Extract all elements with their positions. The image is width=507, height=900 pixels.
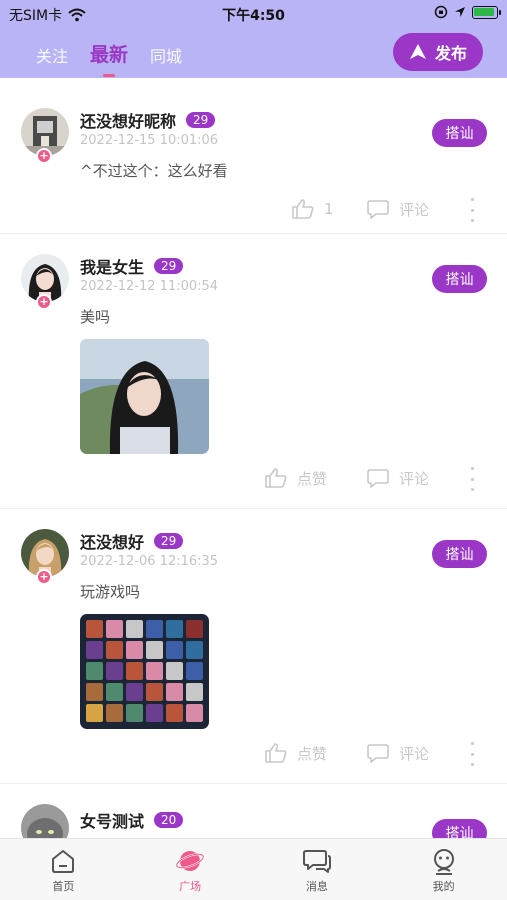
tab-nearby[interactable]: 同城 bbox=[150, 43, 182, 67]
like-label: 点赞 bbox=[297, 744, 328, 763]
username[interactable]: 还没想好昵称 bbox=[80, 108, 176, 132]
post-item: 女号测试 20 搭讪 bbox=[0, 784, 507, 838]
age-badge: 29 bbox=[154, 533, 184, 549]
planet-icon bbox=[175, 851, 205, 871]
thumbs-up-icon bbox=[265, 743, 287, 763]
post-image[interactable] bbox=[80, 339, 209, 454]
nav-profile-label: 我的 bbox=[432, 880, 455, 893]
nav-square-label: 广场 bbox=[179, 880, 202, 893]
post-header: 女号测试 20 bbox=[80, 808, 184, 832]
follow-plus-icon[interactable]: + bbox=[36, 569, 52, 585]
post-item: + 还没想好 29 2022-12-06 12:16:35 玩游戏吗 搭讪 点赞 bbox=[0, 509, 507, 784]
chat-up-button[interactable]: 搭讪 bbox=[432, 119, 487, 147]
top-header: 无SIM卡 下午4:50 关注 最新 同城 发布 bbox=[0, 0, 507, 78]
age-badge: 29 bbox=[154, 258, 184, 274]
username[interactable]: 还没想好 bbox=[80, 529, 144, 553]
battery-icon bbox=[472, 5, 501, 19]
chat-up-button[interactable]: 搭讪 bbox=[432, 540, 487, 568]
nav-messages[interactable]: 消息 bbox=[254, 839, 381, 900]
comment-button[interactable]: 评论 bbox=[366, 742, 429, 764]
publish-button-label: 发布 bbox=[434, 44, 467, 63]
chat-up-button[interactable]: 搭讪 bbox=[432, 819, 487, 838]
post-actions: 点赞 评论 bbox=[0, 742, 507, 770]
post-item: + 还没想好昵称 29 2022-12-15 10:01:06 ^不过这个：这么… bbox=[0, 78, 507, 234]
feed-tabs: 关注 最新 同城 bbox=[36, 40, 182, 77]
home-icon bbox=[52, 850, 75, 873]
message-icon bbox=[302, 850, 331, 873]
publish-button[interactable]: 发布 bbox=[393, 33, 483, 71]
post-timestamp: 2022-12-06 12:16:35 bbox=[80, 554, 219, 569]
chat-up-button[interactable]: 搭讪 bbox=[432, 265, 487, 293]
more-options-button[interactable] bbox=[468, 198, 476, 222]
more-options-button[interactable] bbox=[468, 742, 476, 766]
thumbs-up-icon bbox=[265, 468, 287, 488]
app-root: 无SIM卡 下午4:50 关注 最新 同城 发布 + 还没想好昵称 29 202… bbox=[0, 0, 507, 900]
username[interactable]: 女号测试 bbox=[80, 808, 144, 832]
post-image[interactable] bbox=[80, 614, 209, 729]
post-text: ^不过这个：这么好看 bbox=[80, 162, 228, 180]
nav-square[interactable]: 广场 bbox=[127, 839, 254, 900]
like-button[interactable]: 点赞 bbox=[264, 742, 327, 764]
tab-following[interactable]: 关注 bbox=[36, 43, 68, 67]
comment-icon bbox=[367, 744, 389, 763]
nav-home[interactable]: 首页 bbox=[0, 839, 127, 900]
age-badge: 29 bbox=[186, 112, 216, 128]
comment-button[interactable]: 评论 bbox=[366, 467, 429, 489]
follow-plus-icon[interactable]: + bbox=[36, 148, 52, 164]
status-bar: 无SIM卡 下午4:50 bbox=[0, 0, 507, 28]
post-header: 还没想好昵称 29 bbox=[80, 108, 216, 132]
post-header: 我是女生 29 bbox=[80, 254, 184, 278]
bottom-nav: 首页 广场 消息 我的 bbox=[0, 838, 507, 900]
post-actions: 1 评论 bbox=[0, 198, 507, 226]
follow-plus-icon[interactable]: + bbox=[36, 294, 52, 310]
post-timestamp: 2022-12-15 10:01:06 bbox=[80, 133, 219, 148]
profile-icon bbox=[433, 849, 454, 875]
more-options-button[interactable] bbox=[468, 467, 476, 491]
orientation-lock-icon bbox=[434, 5, 448, 19]
tab-latest-label: 最新 bbox=[90, 44, 129, 66]
comment-label: 评论 bbox=[399, 744, 430, 763]
active-tab-indicator bbox=[103, 74, 116, 77]
age-badge: 20 bbox=[154, 812, 184, 828]
like-button[interactable]: 1 bbox=[291, 198, 334, 220]
like-count: 1 bbox=[324, 200, 334, 218]
post-text: 美吗 bbox=[80, 308, 111, 326]
status-right bbox=[434, 5, 501, 19]
comment-label: 评论 bbox=[399, 200, 430, 219]
post-text: 玩游戏吗 bbox=[80, 583, 141, 601]
nav-messages-label: 消息 bbox=[305, 880, 328, 893]
thumbs-up-icon bbox=[292, 199, 314, 219]
post-actions: 点赞 评论 bbox=[0, 467, 507, 495]
nav-profile[interactable]: 我的 bbox=[380, 839, 507, 900]
send-icon bbox=[409, 44, 426, 59]
comment-button[interactable]: 评论 bbox=[366, 198, 429, 220]
comment-icon bbox=[367, 200, 389, 219]
comment-icon bbox=[367, 469, 389, 488]
like-button[interactable]: 点赞 bbox=[264, 467, 327, 489]
feed-list: + 还没想好昵称 29 2022-12-15 10:01:06 ^不过这个：这么… bbox=[0, 78, 507, 838]
tab-latest[interactable]: 最新 bbox=[90, 40, 129, 77]
like-label: 点赞 bbox=[297, 469, 328, 488]
post-header: 还没想好 29 bbox=[80, 529, 184, 553]
username[interactable]: 我是女生 bbox=[80, 254, 144, 278]
comment-label: 评论 bbox=[399, 469, 430, 488]
location-icon bbox=[455, 7, 465, 17]
post-item: + 我是女生 29 2022-12-12 11:00:54 美吗 搭讪 点赞 评… bbox=[0, 234, 507, 509]
status-time: 下午4:50 bbox=[222, 8, 285, 24]
avatar[interactable] bbox=[21, 804, 69, 838]
nav-home-label: 首页 bbox=[52, 880, 75, 893]
post-timestamp: 2022-12-12 11:00:54 bbox=[80, 279, 219, 294]
